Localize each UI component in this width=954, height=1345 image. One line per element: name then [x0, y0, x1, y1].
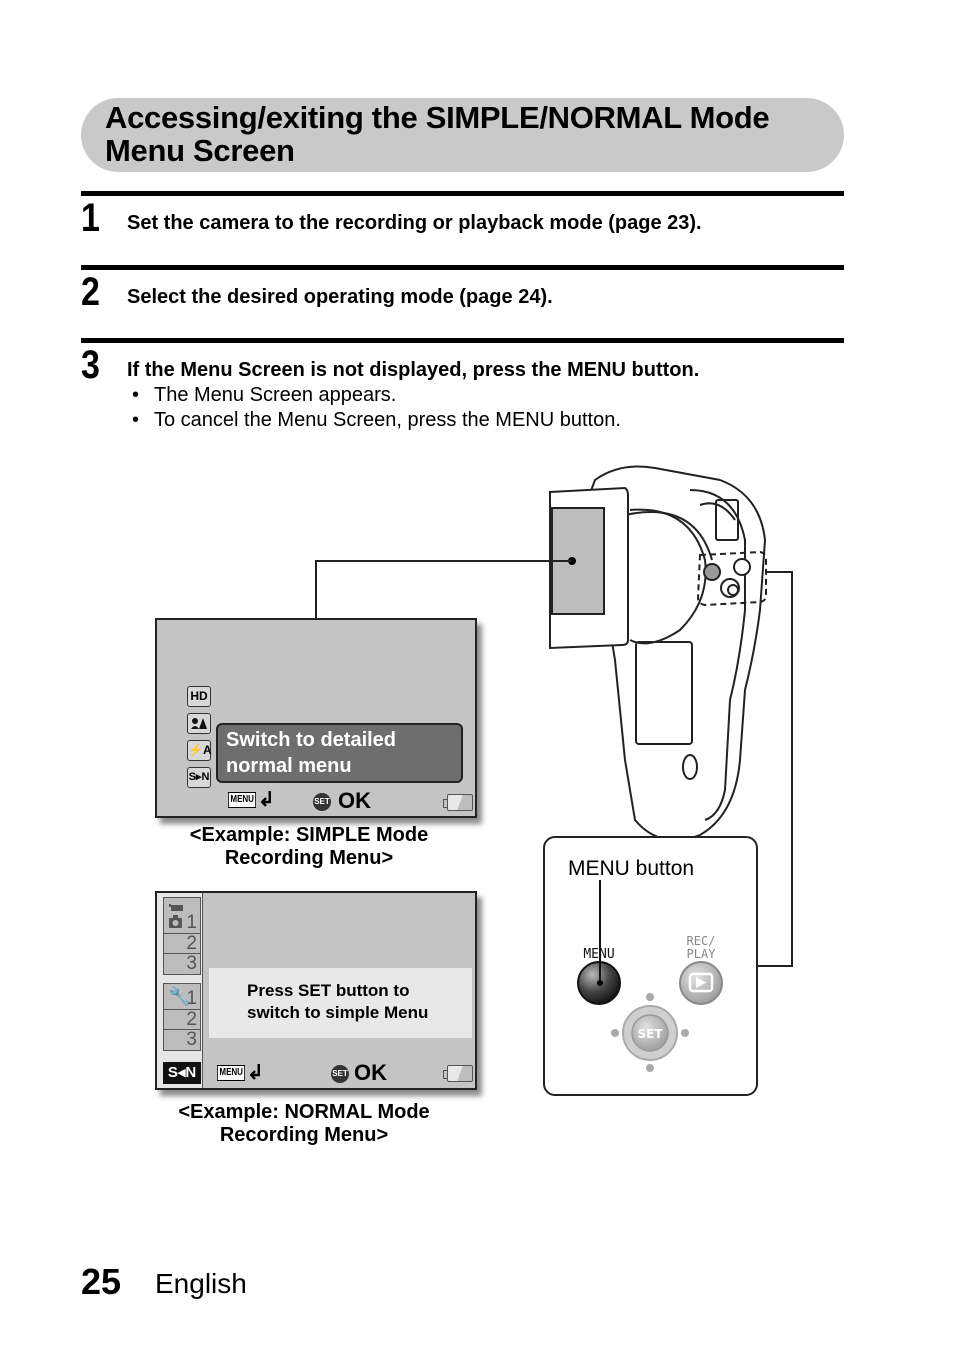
- caption-line: <Example: NORMAL Mode: [178, 1101, 430, 1123]
- simple-mode-screen: HD ⚡A S▸N Switch to detailed normal menu…: [155, 618, 477, 818]
- return-icon: ↲: [247, 1062, 264, 1084]
- video-camera-icon: [169, 904, 183, 928]
- simple-mode-caption: <Example: SIMPLE Mode Recording Menu>: [155, 824, 463, 870]
- tab-number: 1: [186, 988, 197, 1009]
- normal-mode-screen: 1 2 3 🔧 1 2 3 S◂N Press SET button to sw…: [155, 891, 477, 1090]
- menu-key-icon: MENU: [217, 1065, 246, 1081]
- message-line: switch to simple Menu: [247, 1003, 429, 1022]
- battery-icon: [443, 794, 473, 811]
- rec-play-label: REC/: [687, 934, 716, 948]
- switch-message: Press SET button to switch to simple Men…: [209, 968, 472, 1038]
- hd-icon: HD: [187, 686, 211, 707]
- page-number: 25: [81, 1261, 122, 1302]
- simple-normal-switch-icon: S▸N: [187, 767, 211, 788]
- return-icon: ↲: [258, 789, 275, 811]
- menu-key-icon: MENU: [228, 792, 257, 808]
- set-button-label: SET: [637, 1027, 663, 1041]
- simple-normal-badge: S◂N: [163, 1062, 201, 1084]
- tab-setup-2[interactable]: 2: [164, 1010, 200, 1030]
- tooltip-line: normal menu: [226, 755, 352, 777]
- button-cluster: MENU REC/ PLAY SET: [577, 880, 723, 1072]
- message-line: Press SET button to: [247, 981, 410, 1000]
- caption-line: Recording Menu>: [224, 847, 394, 869]
- tooltip-line: Switch to detailed: [226, 729, 397, 751]
- language-label: English: [155, 1268, 247, 1299]
- setup-menu-tabs: 🔧 1 2 3: [163, 983, 201, 1051]
- menu-button-callout: MENU button: [568, 857, 695, 880]
- ok-label: OK: [338, 788, 371, 813]
- set-key-icon: SET: [331, 1065, 349, 1083]
- flash-auto-icon: ⚡A: [187, 740, 212, 761]
- rec-play-label: PLAY: [687, 947, 717, 961]
- battery-icon: [443, 1065, 473, 1082]
- tab-setup-3[interactable]: 3: [164, 1030, 200, 1050]
- tab-setup-1[interactable]: 🔧 1: [164, 984, 200, 1010]
- record-menu-tabs: 1 2 3: [163, 897, 201, 975]
- scene-icon: [187, 713, 211, 734]
- caption-line: <Example: SIMPLE Mode: [189, 824, 429, 846]
- tab-record-2[interactable]: 2: [164, 934, 200, 954]
- switch-tooltip: Switch to detailed normal menu: [216, 723, 463, 783]
- tab-number: 1: [186, 912, 197, 933]
- ok-label: OK: [354, 1060, 387, 1085]
- caption-line: Recording Menu>: [219, 1124, 389, 1146]
- camera-illustration: [315, 465, 793, 967]
- tab-record-1[interactable]: 1: [164, 898, 200, 934]
- set-key-icon: SET: [313, 793, 331, 811]
- tab-record-3[interactable]: 3: [164, 954, 200, 974]
- normal-mode-caption: <Example: NORMAL Mode Recording Menu>: [150, 1101, 458, 1147]
